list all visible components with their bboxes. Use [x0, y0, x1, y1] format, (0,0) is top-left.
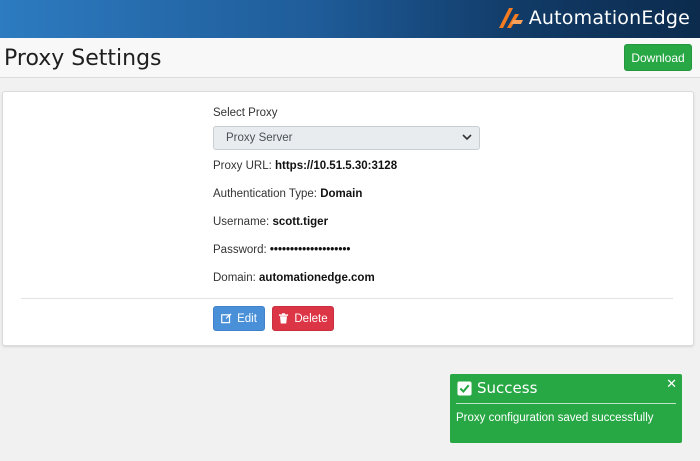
chevron-down-icon [462, 134, 472, 141]
page-titlebar: Proxy Settings Download [0, 38, 700, 78]
proxy-select[interactable]: Proxy Server [213, 126, 480, 150]
edit-button[interactable]: Edit [213, 306, 265, 331]
delete-button[interactable]: Delete [272, 306, 334, 331]
proxy-select-value: Proxy Server [226, 132, 293, 144]
close-icon[interactable]: ✕ [666, 376, 677, 392]
proxy-url-value: https://10.51.5.30:3128 [275, 160, 398, 172]
toast-header: Success [457, 379, 537, 397]
divider [21, 298, 673, 299]
page-title: Proxy Settings [4, 46, 162, 71]
password-row: Password: •••••••••••••••••••• [213, 244, 350, 256]
edit-label: Edit [237, 312, 257, 325]
toast-title: Success [477, 379, 538, 397]
domain-row: Domain: automationedge.com [213, 272, 375, 284]
auth-type-row: Authentication Type: Domain [213, 188, 362, 200]
download-button[interactable]: Download [624, 44, 692, 71]
proxy-settings-card: Select Proxy Proxy Server Proxy URL: htt… [2, 91, 694, 346]
domain-label: Domain: [213, 272, 256, 284]
auth-type-label: Authentication Type: [213, 188, 317, 200]
select-proxy-label: Select Proxy [213, 107, 278, 119]
trash-icon [279, 313, 289, 324]
password-value: •••••••••••••••••••• [269, 244, 351, 256]
top-header: AutomationEdge [0, 0, 700, 38]
domain-value: automationedge.com [259, 272, 375, 284]
proxy-url-label: Proxy URL: [213, 160, 272, 172]
auth-type-value: Domain [320, 188, 363, 200]
edit-icon [221, 313, 232, 324]
proxy-url-row: Proxy URL: https://10.51.5.30:3128 [213, 160, 397, 172]
toast-message: Proxy configuration saved successfully [456, 412, 654, 424]
delete-label: Delete [294, 312, 328, 325]
username-value: scott.tiger [272, 216, 329, 228]
username-label: Username: [213, 216, 270, 228]
brand-name: AutomationEdge [528, 7, 690, 29]
password-label: Password: [213, 244, 267, 256]
success-toast: Success ✕ Proxy configuration saved succ… [450, 374, 682, 443]
toast-divider [456, 403, 676, 404]
username-row: Username: scott.tiger [213, 216, 328, 228]
brand[interactable]: AutomationEdge [497, 5, 690, 31]
automationedge-logo-icon [498, 8, 523, 28]
checkbox-check-icon [457, 380, 472, 396]
